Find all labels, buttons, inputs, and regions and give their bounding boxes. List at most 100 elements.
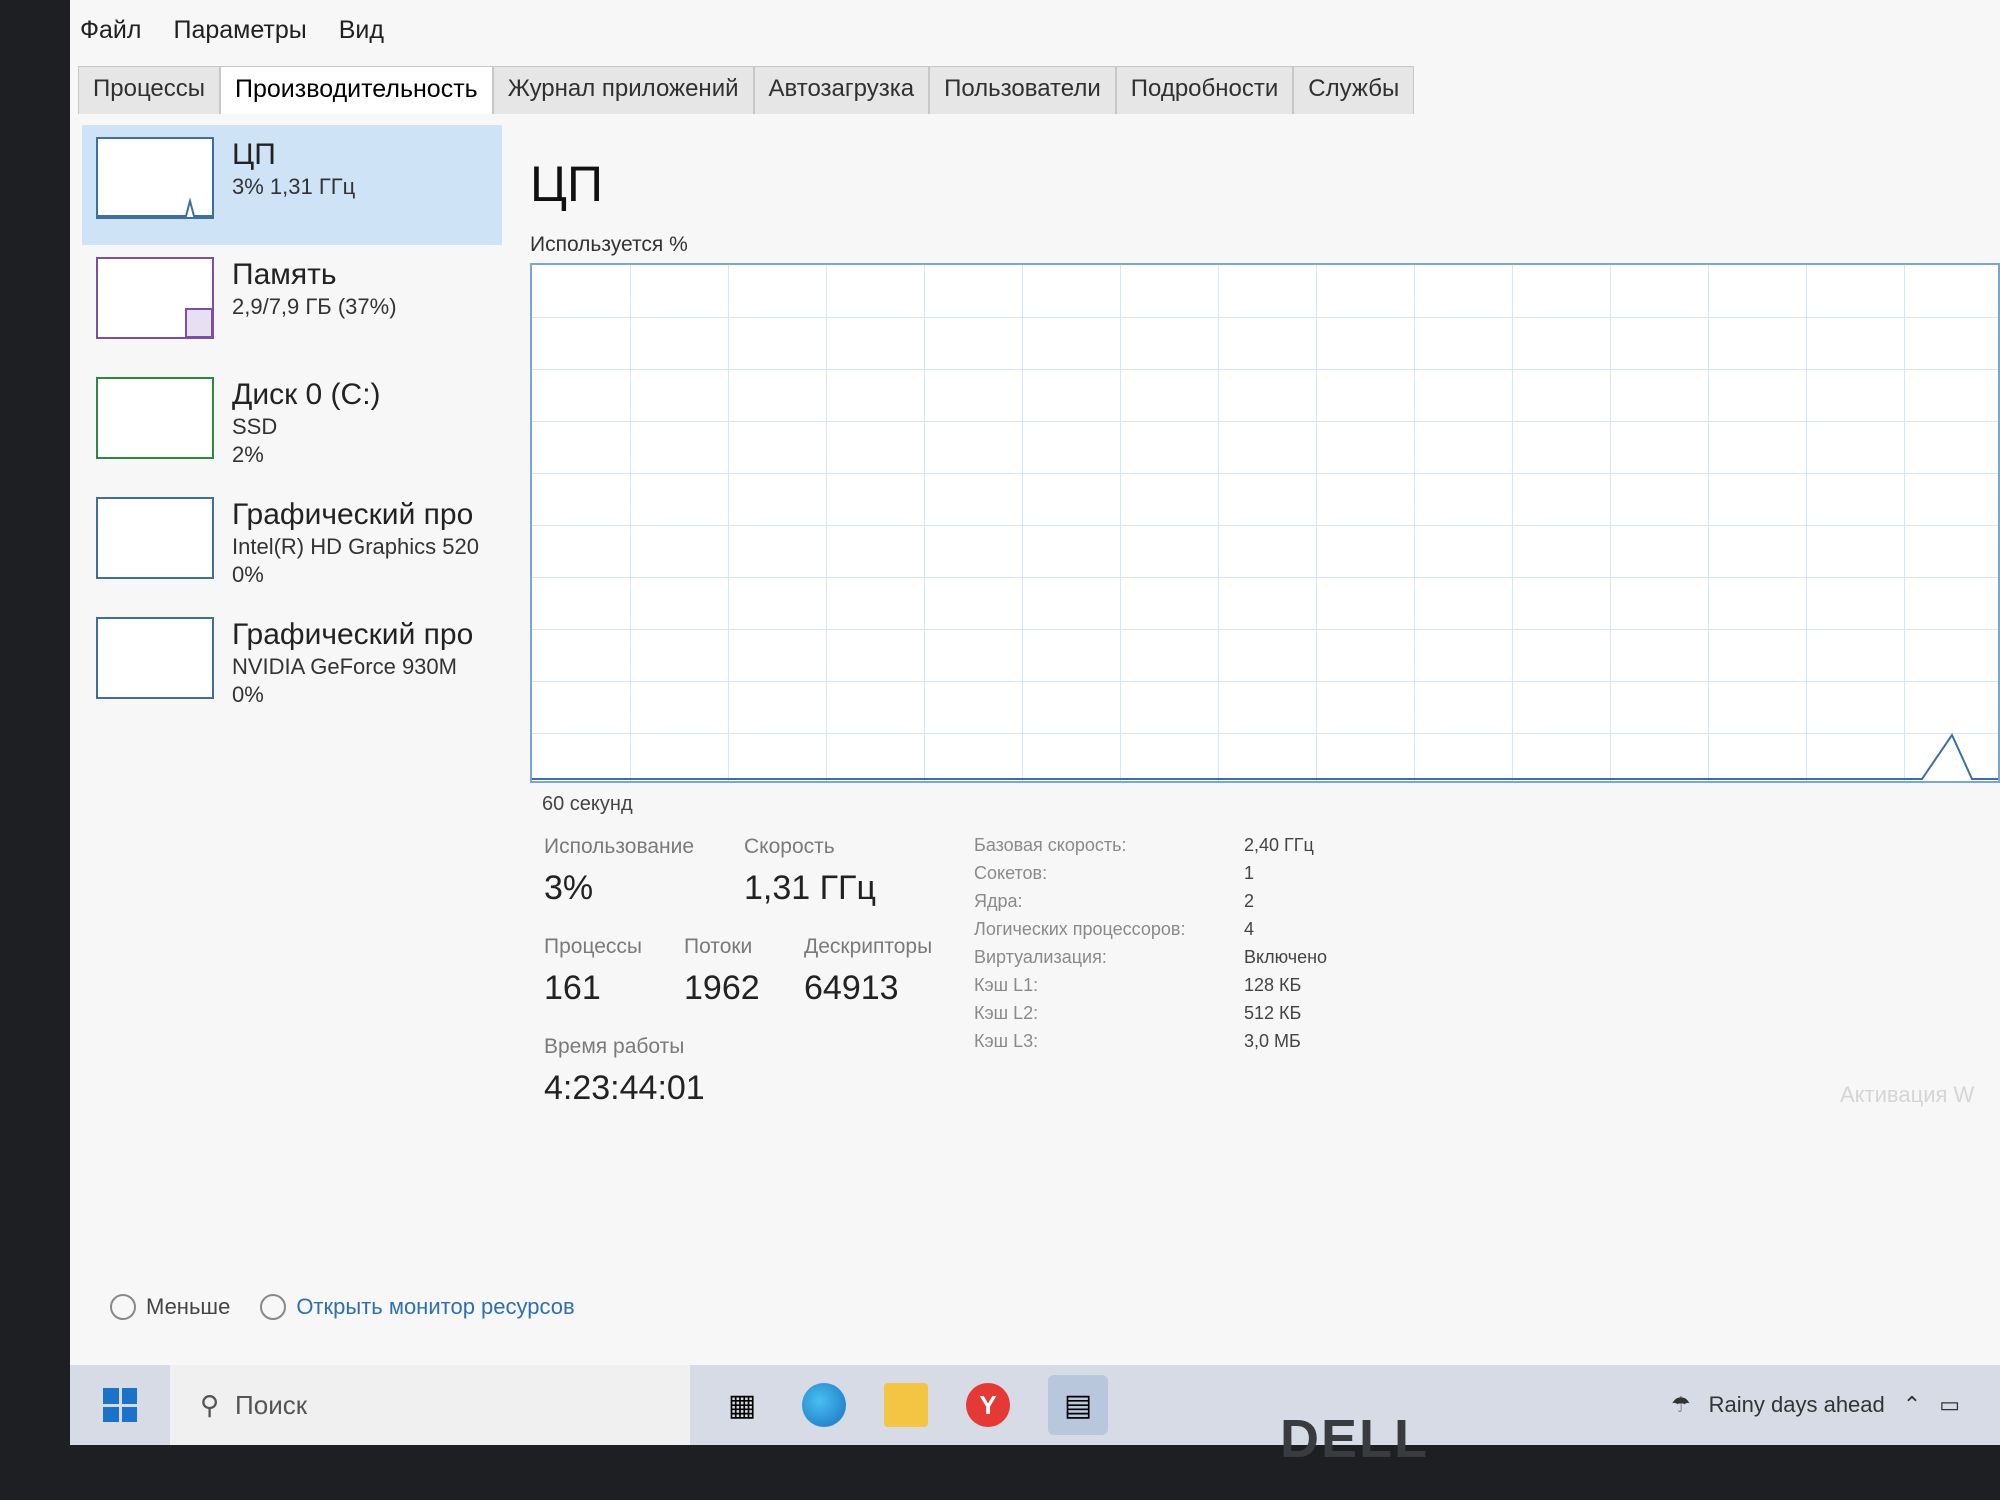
dell-logo: DELL [1280, 1409, 1429, 1469]
detail-key: Кэш L3: [974, 1031, 1039, 1051]
stat-value: 4:23:44:01 [544, 1069, 705, 1107]
stat-label: Использование [544, 835, 695, 858]
fewer-details-label: Меньше [146, 1294, 231, 1319]
stat-value: 64913 [804, 969, 899, 1007]
disk-thumbnail-graph [96, 377, 214, 459]
open-resource-monitor-link[interactable]: Открыть монитор ресурсов [260, 1294, 575, 1320]
detail-value: 3,0 МБ [1244, 1031, 1301, 1051]
stat-usage: Использование 3% [544, 835, 694, 908]
screen: Файл Параметры Вид Процессы Производител… [70, 0, 2000, 1445]
detail-row: Кэш L3: 3,0 МБ [974, 1031, 1474, 1059]
footer: Меньше Открыть монитор ресурсов [110, 1285, 575, 1329]
sidebar-item-usage: 0% [232, 562, 264, 587]
stat-value: 1,31 ГГц [744, 869, 876, 907]
battery-icon[interactable]: ▭ [1939, 1392, 1960, 1418]
sidebar-item-usage: 0% [232, 682, 264, 707]
sidebar-item-disk[interactable]: Диск 0 (C:) SSD 2% [82, 365, 502, 485]
taskbar-apps: ▦ Y ▤ [720, 1375, 1108, 1435]
performance-sidebar: ЦП 3% 1,31 ГГц Память 2,9/7,9 ГБ (37%) Д… [82, 125, 502, 765]
tab-details[interactable]: Подробности [1115, 66, 1294, 114]
detail-key: Кэш L2: [974, 1003, 1039, 1023]
stat-value: 161 [544, 969, 601, 1007]
menu-view[interactable]: Вид [339, 16, 384, 56]
stat-value: 1962 [684, 969, 760, 1007]
file-explorer-icon[interactable] [884, 1383, 928, 1427]
time-axis-label: 60 секунд [542, 793, 633, 815]
cpu-usage-graph [530, 263, 2000, 783]
tab-services[interactable]: Службы [1293, 66, 1415, 114]
detail-row: Кэш L2: 512 КБ [974, 1003, 1474, 1031]
detail-value: 2,40 ГГц [1244, 835, 1314, 855]
detail-row: Сокетов: 1 [974, 863, 1474, 891]
detail-row: Базовая скорость: 2,40 ГГц [974, 835, 1474, 863]
weather-widget[interactable]: Rainy days ahead [1709, 1392, 1885, 1418]
stat-uptime: Время работы 4:23:44:01 [544, 1035, 705, 1108]
sidebar-item-gpu-nvidia[interactable]: Графический про NVIDIA GeForce 930M 0% [82, 605, 502, 725]
menubar: Файл Параметры Вид [80, 16, 384, 56]
detail-row: Логических процессоров: 4 [974, 919, 1474, 947]
weather-icon: ☂ [1670, 1392, 1691, 1417]
sidebar-item-title: Графический про [232, 618, 474, 651]
detail-key: Сокетов: [974, 863, 1048, 883]
detail-value: 2 [1244, 891, 1255, 911]
menu-options[interactable]: Параметры [173, 16, 306, 56]
stat-label: Процессы [544, 935, 643, 958]
sidebar-item-cpu[interactable]: ЦП 3% 1,31 ГГц [82, 125, 502, 245]
edge-browser-icon[interactable] [802, 1383, 846, 1427]
taskbar: ⚲ Поиск ▦ Y ▤ ☂ Rainy days ahead ⌃ ▭ [70, 1365, 2000, 1445]
sidebar-item-usage: 2% [232, 442, 264, 467]
sidebar-item-detail: Intel(R) HD Graphics 520 [232, 534, 479, 559]
taskbar-search[interactable]: ⚲ Поиск [170, 1365, 690, 1445]
sidebar-item-gpu-intel[interactable]: Графический про Intel(R) HD Graphics 520… [82, 485, 502, 605]
chart-label: Используется % [530, 233, 688, 256]
resource-monitor-icon [260, 1294, 287, 1320]
sidebar-item-detail: 3% 1,31 ГГц [232, 174, 356, 199]
open-resource-monitor-label: Открыть монитор ресурсов [296, 1294, 575, 1319]
detail-row: Кэш L1: 128 КБ [974, 975, 1474, 1003]
detail-value: 1 [1244, 863, 1255, 883]
detail-key: Кэш L1: [974, 975, 1039, 995]
start-button[interactable] [70, 1365, 170, 1445]
menu-file[interactable]: Файл [80, 16, 141, 56]
tab-bar: Процессы Производительность Журнал прило… [78, 66, 1415, 114]
detail-row: Виртуализация: Включено [974, 947, 1474, 975]
sidebar-item-title: Память [232, 258, 337, 291]
detail-key: Ядра: [974, 891, 1023, 911]
task-manager-icon[interactable]: ▤ [1048, 1375, 1108, 1435]
detail-value: 128 КБ [1244, 975, 1302, 995]
detail-value: 4 [1244, 919, 1255, 939]
cpu-sparkline [98, 197, 212, 217]
sidebar-item-title: ЦП [232, 138, 276, 171]
stat-value: 3% [544, 869, 594, 907]
memory-thumbnail-graph [96, 257, 214, 339]
sidebar-item-detail: NVIDIA GeForce 930M [232, 654, 457, 679]
detail-key: Базовая скорость: [974, 835, 1127, 855]
sidebar-item-memory[interactable]: Память 2,9/7,9 ГБ (37%) [82, 245, 502, 365]
system-tray: ☂ Rainy days ahead ⌃ ▭ [1671, 1392, 2000, 1418]
stat-label: Время работы [544, 1035, 685, 1058]
tab-startup[interactable]: Автозагрузка [753, 66, 930, 114]
task-view-icon[interactable]: ▦ [720, 1383, 764, 1427]
detail-key: Логических процессоров: [974, 919, 1186, 939]
tab-app-history[interactable]: Журнал приложений [492, 66, 754, 114]
sidebar-item-title: Диск 0 (C:) [232, 378, 381, 411]
stat-label: Потоки [684, 935, 753, 958]
chevron-up-icon[interactable]: ⌃ [1903, 1392, 1921, 1418]
detail-row: Ядра: 2 [974, 891, 1474, 919]
tab-processes[interactable]: Процессы [78, 66, 221, 114]
chevron-up-icon [110, 1294, 136, 1320]
stat-processes: Процессы 161 [544, 935, 642, 1008]
fewer-details-button[interactable]: Меньше [110, 1294, 230, 1320]
stat-threads: Потоки 1962 [684, 935, 760, 1008]
detail-value: Включено [1244, 947, 1328, 967]
tab-performance[interactable]: Производительность [220, 66, 493, 114]
memory-fill [185, 308, 213, 338]
tab-users[interactable]: Пользователи [929, 66, 1116, 114]
cpu-details-table: Базовая скорость: 2,40 ГГц Сокетов: 1 Ядра… [974, 835, 1474, 1059]
search-icon: ⚲ [200, 1389, 220, 1420]
stat-handles: Дескрипторы 64913 [804, 935, 932, 1008]
cpu-stats: Использование 3% Скорость 1,31 ГГц Проце… [544, 835, 1644, 1155]
cpu-detail-panel: ЦП Используется % 60 секунд Использовани… [530, 145, 2000, 1145]
gpu-thumbnail-graph [96, 497, 214, 579]
yandex-browser-icon[interactable]: Y [966, 1383, 1010, 1427]
